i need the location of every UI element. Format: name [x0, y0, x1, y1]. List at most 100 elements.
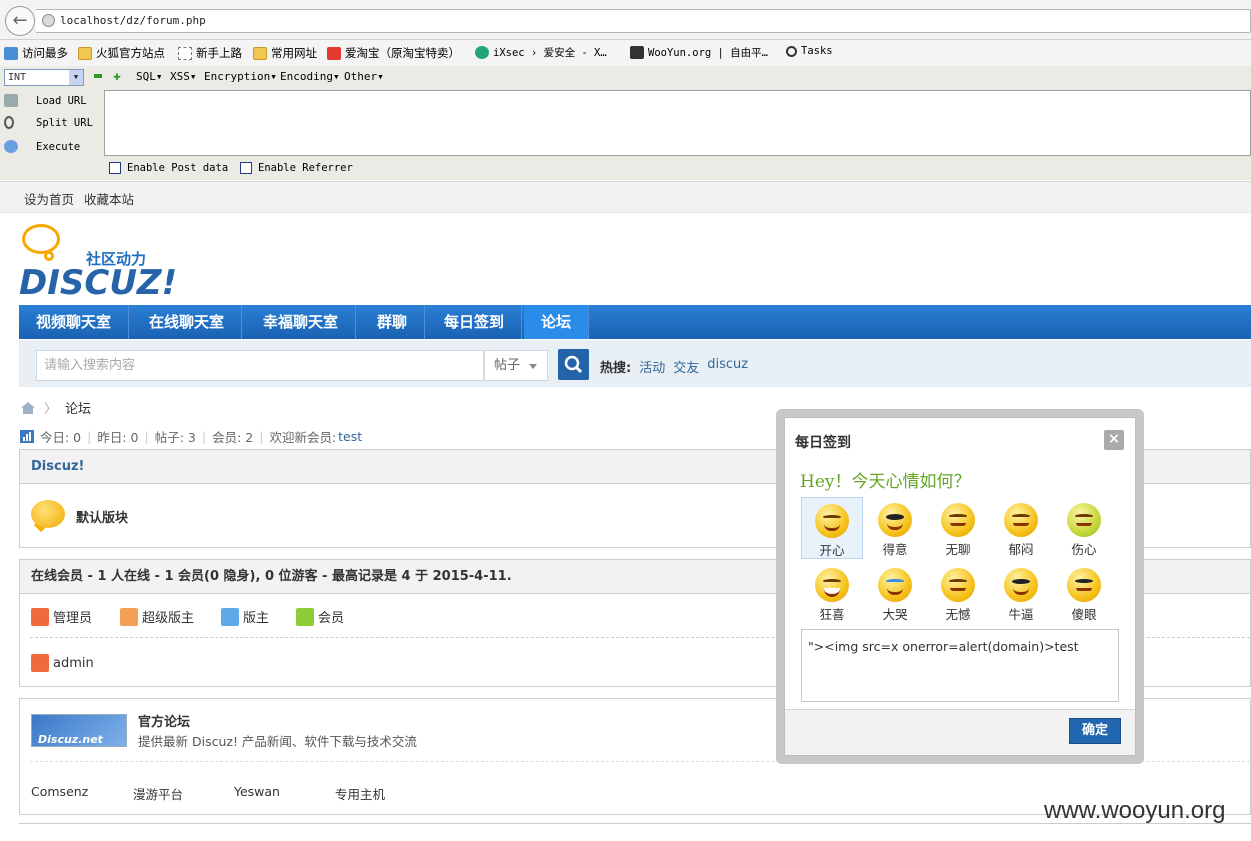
confirm-button[interactable]: 确定	[1069, 718, 1121, 744]
enable-referrer-checkbox[interactable]: Enable Referrer	[240, 162, 353, 174]
play-icon	[4, 140, 18, 153]
menu-other[interactable]: Other▾	[344, 70, 384, 83]
online-user[interactable]: admin	[31, 654, 94, 672]
mood-sad[interactable]: 伤心	[1053, 497, 1115, 559]
bookmark-wooyun[interactable]: WooYun.org | 自由平…	[630, 45, 768, 60]
crying-face-icon	[878, 568, 912, 602]
url-text[interactable]: localhost/dz/forum.php	[60, 14, 206, 27]
chart-icon	[20, 430, 34, 443]
forum-bubble-icon	[31, 500, 65, 528]
stunned-face-icon	[1067, 568, 1101, 602]
sad-face-icon	[1067, 503, 1101, 537]
discuz-net-logo[interactable]: Discuz.net	[31, 714, 127, 747]
mood-depressed[interactable]: 郁闷	[990, 497, 1052, 559]
taobao-icon	[327, 46, 341, 60]
mood-proud[interactable]: 得意	[864, 497, 926, 559]
nav-forum[interactable]: 论坛	[524, 305, 590, 339]
globe-icon	[42, 14, 55, 27]
role-mod: 版主	[221, 607, 269, 626]
breadcrumb: 〉 论坛	[20, 398, 91, 417]
mood-happy[interactable]: 开心	[801, 497, 863, 559]
search-input[interactable]: 请输入搜索内容	[36, 350, 484, 381]
split-url-button[interactable]: Split URL	[4, 116, 93, 129]
mood-bored[interactable]: 无聊	[927, 497, 989, 559]
bookmark-tasks[interactable]: Tasks	[786, 45, 833, 57]
nav-online-chat[interactable]: 在线聊天室	[132, 305, 243, 339]
plus-icon[interactable]: ✚	[113, 69, 121, 84]
menu-xss[interactable]: XSS▾	[170, 70, 197, 83]
depressed-face-icon	[1004, 503, 1038, 537]
hackbar-menu-row: INT ▼ ✚ SQL▾ XSS▾ Encryption▾ Encoding▾ O…	[0, 66, 1251, 90]
set-homepage-link[interactable]: 设为首页	[24, 189, 74, 208]
menu-sql[interactable]: SQL▾	[136, 70, 163, 83]
mood-cry[interactable]: 大哭	[864, 562, 926, 624]
bookmark-getting-started[interactable]: 新手上路	[178, 45, 242, 61]
member-user-icon	[296, 607, 314, 626]
bookmark-ixsec[interactable]: iXsec › 爱安全 - X…	[475, 45, 607, 60]
site-topbar: 设为首页 收藏本站	[0, 181, 1251, 213]
forum-name-link[interactable]: 默认版块	[76, 507, 128, 526]
menu-encryption[interactable]: Encryption▾	[204, 70, 277, 83]
close-icon[interactable]: ×	[1104, 430, 1124, 450]
nav-daily-signin[interactable]: 每日签到	[427, 305, 523, 339]
load-url-icon	[4, 94, 18, 107]
bookmark-common[interactable]: 常用网址	[253, 45, 317, 61]
friend-link[interactable]: Yeswan	[234, 784, 280, 799]
admin-user-icon	[31, 654, 49, 672]
minus-icon[interactable]	[94, 74, 102, 78]
role-admin: 管理员	[31, 607, 92, 626]
mood-textarea[interactable]: "><img src=x onerror=alert(domain)>test	[801, 629, 1119, 702]
search-icon	[786, 45, 797, 57]
hot-link[interactable]: 活动	[639, 357, 665, 376]
bookmark-site-link[interactable]: 收藏本站	[84, 189, 134, 208]
site-logo[interactable]: DISCUZ!	[19, 263, 177, 303]
hot-link[interactable]: 交友	[673, 357, 699, 376]
bookmark-aitaobao[interactable]: 爱淘宝（原淘宝特卖）	[327, 45, 460, 61]
folder-icon	[253, 46, 267, 60]
bookmark-firefox[interactable]: 火狐官方站点	[78, 45, 165, 61]
role-member: 会员	[296, 607, 344, 626]
enable-post-checkbox[interactable]: Enable Post data	[109, 162, 228, 174]
mood-stunned[interactable]: 傻眼	[1053, 562, 1115, 624]
bookmark-most-visited[interactable]: 访问最多	[4, 45, 68, 61]
new-member-link[interactable]: test	[338, 429, 362, 444]
nav-group-chat[interactable]: 群聊	[360, 305, 426, 339]
friend-link[interactable]: 漫游平台	[133, 784, 183, 803]
mood-awesome[interactable]: 牛逼	[990, 562, 1052, 624]
back-arrow-icon[interactable]: ←	[5, 6, 35, 36]
nav-happy-chat[interactable]: 幸福聊天室	[246, 305, 357, 339]
nav-video-chat[interactable]: 视频聊天室	[19, 305, 130, 339]
search-icon	[564, 355, 583, 374]
hot-label: 热搜:	[600, 361, 632, 376]
mood-no-regret[interactable]: 无憾	[927, 562, 989, 624]
no-regret-face-icon	[941, 568, 975, 602]
url-textarea[interactable]	[104, 90, 1251, 156]
super-mod-user-icon	[120, 607, 138, 626]
menu-encoding[interactable]: Encoding▾	[280, 70, 340, 83]
folder-icon	[78, 46, 92, 60]
load-url-button[interactable]: Load URL	[4, 94, 87, 107]
friend-link[interactable]: 专用主机	[335, 784, 385, 803]
mod-user-icon	[221, 607, 239, 626]
search-type-select[interactable]: 帖子	[484, 350, 548, 381]
mood-ecstatic[interactable]: 狂喜	[801, 562, 863, 624]
most-visited-icon	[4, 46, 18, 60]
friend-link[interactable]: Comsenz	[31, 784, 88, 799]
scissors-icon	[4, 116, 14, 129]
official-forum-link[interactable]: 官方论坛	[138, 711, 190, 730]
wooyun-icon	[630, 46, 644, 59]
execute-button[interactable]: Execute	[4, 140, 80, 153]
url-bar[interactable]	[36, 9, 1251, 33]
dialog-title: 每日签到	[795, 435, 851, 451]
hackbar-panel: Load URL Split URL Execute Enable Post d…	[0, 90, 1251, 180]
bookmarks-bar: 访问最多 火狐官方站点 新手上路 常用网址 爱淘宝（原淘宝特卖） iXsec ›…	[0, 40, 1251, 66]
chevron-down-icon	[529, 364, 537, 369]
search-button[interactable]	[558, 349, 589, 380]
home-icon[interactable]	[20, 401, 36, 415]
int-select[interactable]: INT ▼	[4, 69, 84, 86]
ixsec-icon	[475, 46, 489, 59]
happy-face-icon	[815, 504, 849, 538]
breadcrumb-separator-icon: 〉	[44, 402, 58, 417]
hot-link[interactable]: discuz	[707, 357, 748, 376]
admin-user-icon	[31, 607, 49, 626]
